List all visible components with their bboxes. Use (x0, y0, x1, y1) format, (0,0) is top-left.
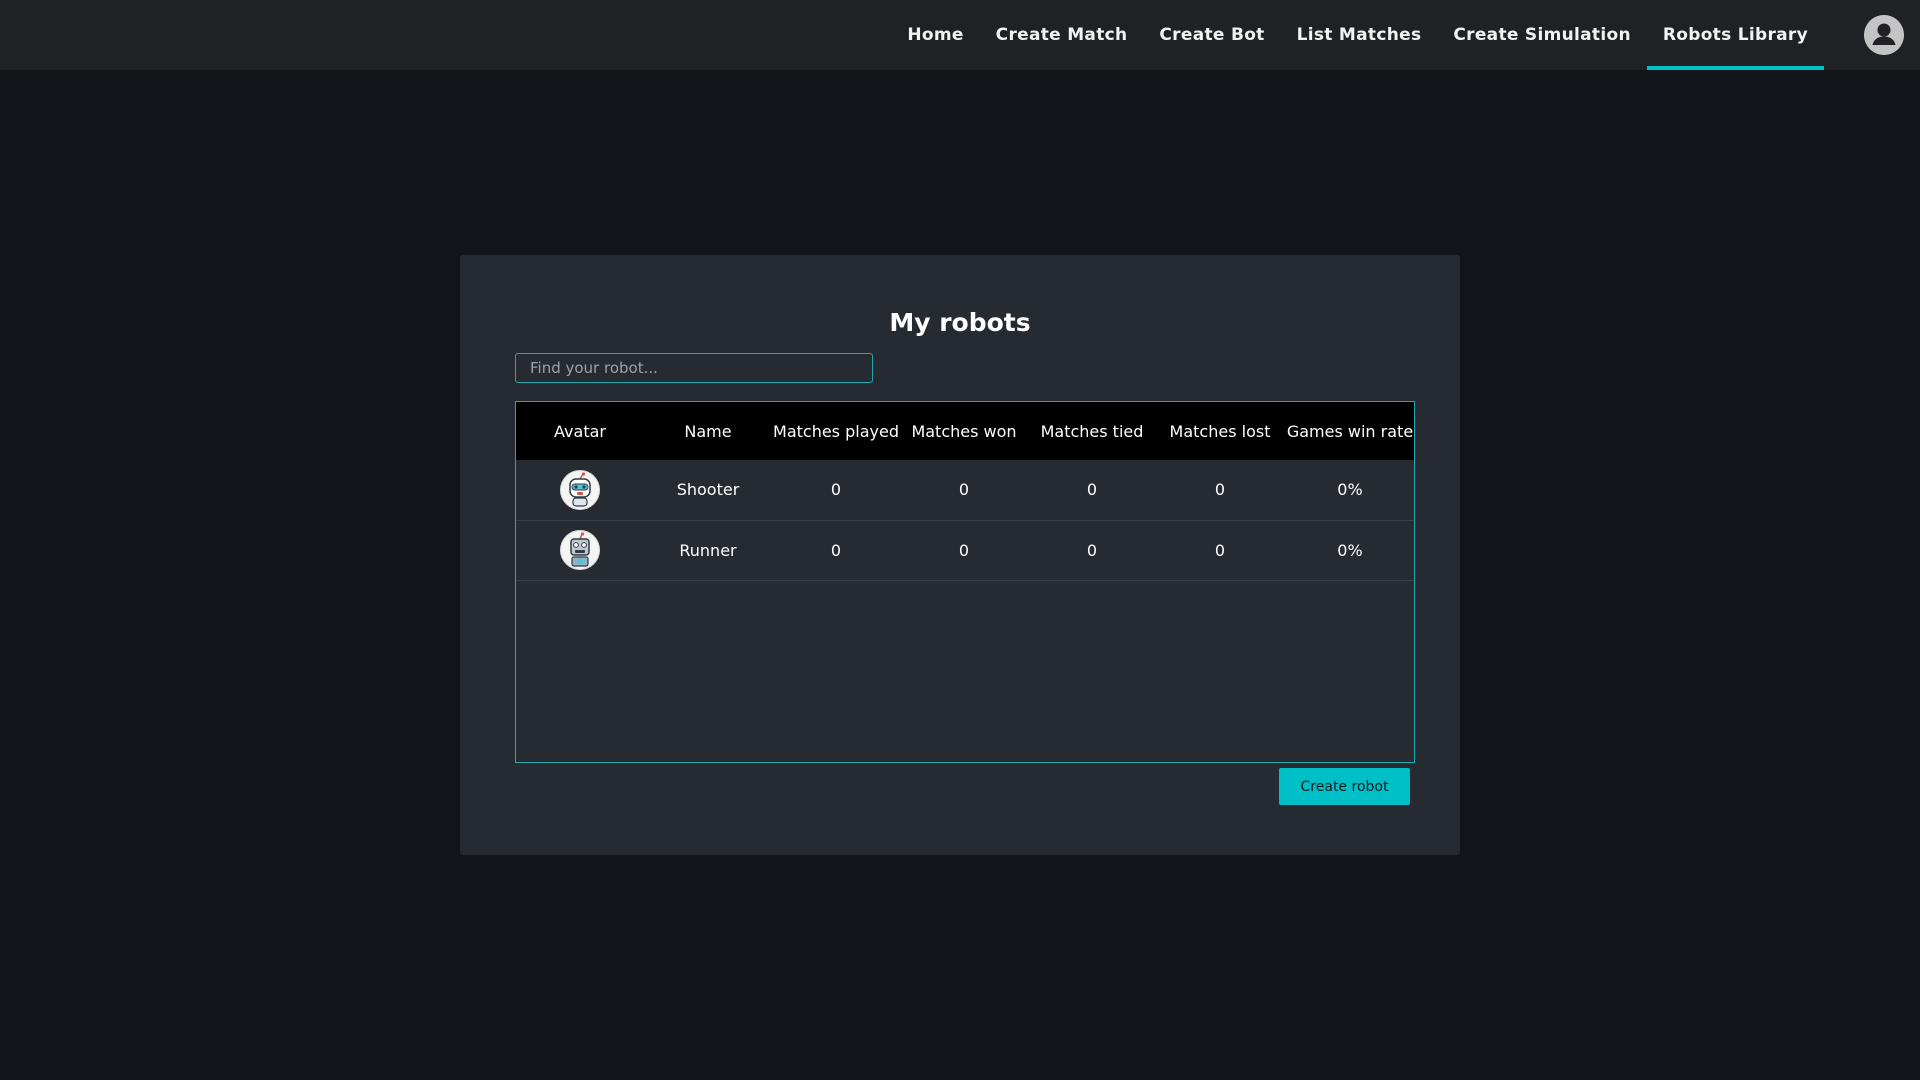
column-header-matches-lost: Matches lost (1169, 421, 1271, 441)
avatar-cell (516, 460, 644, 521)
table-header-row: Avatar Name Matches played Matches won M… (516, 402, 1414, 460)
games-win-rate: 0% (1284, 520, 1414, 581)
column-header-matches-won: Matches won (911, 421, 1017, 441)
robot-avatar-icon (560, 530, 600, 570)
nav-list-matches[interactable]: List Matches (1281, 0, 1438, 70)
matches-lost: 0 (1156, 460, 1284, 521)
column-header-matches-played: Matches played (773, 421, 899, 441)
nav-home[interactable]: Home (891, 0, 979, 70)
table-row[interactable]: Shooter 0 0 0 0 0% (516, 460, 1414, 521)
column-header-games-win-rate: Games win rate (1286, 421, 1414, 441)
user-profile-icon[interactable] (1864, 15, 1904, 55)
matches-tied: 0 (1028, 520, 1156, 581)
column-header-name: Name (684, 421, 732, 441)
robots-table: Avatar Name Matches played Matches won M… (515, 401, 1415, 763)
search-input[interactable] (515, 353, 873, 383)
top-navbar: Home Create Match Create Bot List Matche… (0, 0, 1920, 70)
table-row[interactable]: Runner 0 0 0 0 0% (516, 520, 1414, 581)
matches-played: 0 (772, 520, 900, 581)
robot-avatar-icon (560, 469, 600, 510)
games-win-rate: 0% (1284, 460, 1414, 521)
nav-create-bot[interactable]: Create Bot (1143, 0, 1280, 70)
column-header-avatar: Avatar (554, 421, 606, 441)
main-nav: Home Create Match Create Bot List Matche… (891, 0, 1825, 70)
page-title: My robots (889, 308, 1031, 337)
matches-tied: 0 (1028, 460, 1156, 521)
robots-card: My robots Avatar Name Matches played Mat… (460, 255, 1460, 855)
create-robot-button[interactable]: Create robot (1279, 768, 1410, 805)
matches-won: 0 (900, 520, 1028, 581)
robot-name: Shooter (644, 460, 772, 521)
matches-won: 0 (900, 460, 1028, 521)
nav-create-simulation[interactable]: Create Simulation (1437, 0, 1646, 70)
column-header-matches-tied: Matches tied (1040, 421, 1144, 441)
avatar-cell (516, 520, 644, 581)
nav-create-match[interactable]: Create Match (980, 0, 1144, 70)
nav-robots-library[interactable]: Robots Library (1646, 0, 1825, 70)
matches-played: 0 (772, 460, 900, 521)
matches-lost: 0 (1156, 520, 1284, 581)
robot-name: Runner (644, 520, 772, 581)
